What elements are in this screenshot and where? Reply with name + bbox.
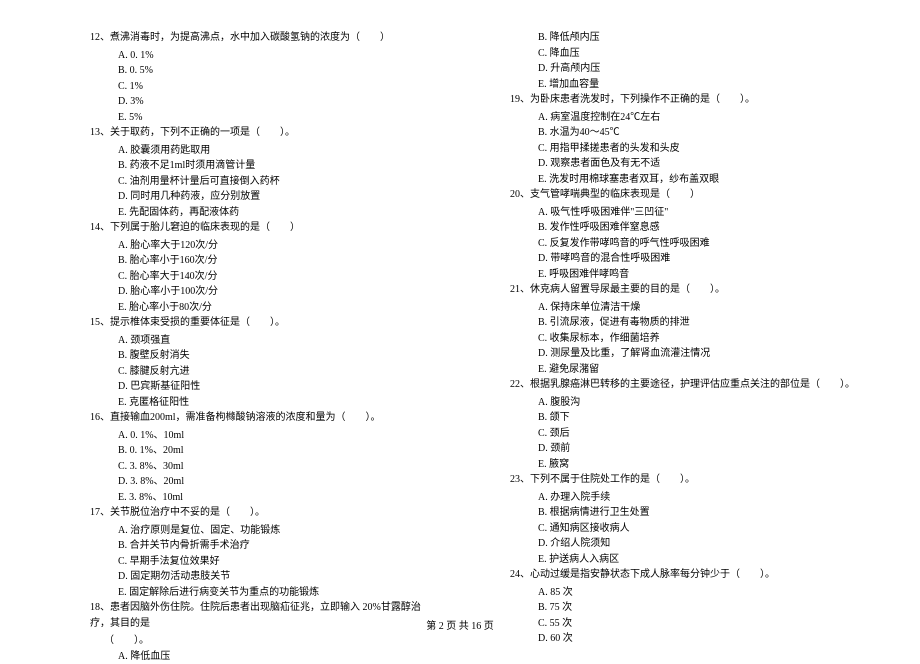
answer-option: C. 通知病区接收病人	[510, 521, 860, 537]
answer-option: E. 护送病人入病区	[510, 552, 860, 568]
answer-option: D. 3. 8%、20ml	[90, 474, 440, 490]
answer-option: C. 胎心率大于140次/分	[90, 269, 440, 285]
answer-option: A. 吸气性呼吸困难伴"三凹征"	[510, 205, 860, 221]
answer-option: E. 先配固体药，再配液体药	[90, 205, 440, 221]
answer-option: A. 治疗原则是复位、固定、功能锻炼	[90, 523, 440, 539]
answer-option: E. 呼吸困难伴哮鸣音	[510, 267, 860, 283]
left-column: 12、煮沸消毒时，为提高沸点，水中加入碳酸氢钠的浓度为（ ）A. 0. 1%B.…	[0, 30, 460, 664]
answer-option: E. 5%	[90, 110, 440, 126]
answer-option: A. 胎心率大于120次/分	[90, 238, 440, 254]
answer-option: D. 升高颅内压	[510, 61, 860, 77]
answer-option: D. 同时用几种药液，应分别放置	[90, 189, 440, 205]
answer-option: B. 发作性呼吸困难伴窒息感	[510, 220, 860, 236]
answer-option: A. 颈项强直	[90, 333, 440, 349]
answer-option: C. 反复发作带哮鸣音的呼气性呼吸困难	[510, 236, 860, 252]
answer-option: B. 胎心率小于160次/分	[90, 253, 440, 269]
answer-option: D. 胎心率小于100次/分	[90, 284, 440, 300]
answer-option: A. 胶囊须用药匙取用	[90, 143, 440, 159]
question-text: 21、休克病人留置导尿最主要的目的是（ ）。	[510, 282, 860, 298]
question-text: 14、下列属于胎儿窘迫的临床表现的是（ ）	[90, 220, 440, 236]
answer-option: E. 固定解除后进行病变关节为重点的功能锻炼	[90, 585, 440, 601]
answer-option: D. 测尿量及比重，了解肾血流灌注情况	[510, 346, 860, 362]
answer-option: E. 增加血容量	[510, 77, 860, 93]
answer-option: D. 介绍人院须知	[510, 536, 860, 552]
answer-option: B. 根据病情进行卫生处置	[510, 505, 860, 521]
answer-option: A. 0. 1%	[90, 48, 440, 64]
answer-option: E. 腋窝	[510, 457, 860, 473]
answer-option: B. 颌下	[510, 410, 860, 426]
question-text: 20、支气管哮喘典型的临床表现是（ ）	[510, 187, 860, 203]
answer-option: E. 3. 8%、10ml	[90, 490, 440, 506]
answer-option: B. 药液不足1ml时须用滴管计量	[90, 158, 440, 174]
answer-option: B. 合并关节内骨折需手术治疗	[90, 538, 440, 554]
question-text: 15、提示椎体束受损的重要体征是（ ）。	[90, 315, 440, 331]
answer-option: D. 观察患者面色及有无不适	[510, 156, 860, 172]
answer-option: C. 油剂用量杯计量后可直接倒入药杯	[90, 174, 440, 190]
answer-option: A. 办理入院手续	[510, 490, 860, 506]
answer-option: C. 早期手法复位效果好	[90, 554, 440, 570]
answer-option: A. 腹股沟	[510, 395, 860, 411]
answer-option: D. 60 次	[510, 631, 860, 647]
answer-option: E. 洗发时用棉球塞患者双耳，纱布盖双眼	[510, 172, 860, 188]
answer-option: B. 引流尿液，促进有毒物质的排泄	[510, 315, 860, 331]
question-text: 13、关于取药，下列不正确的一项是（ ）。	[90, 125, 440, 141]
answer-option: C. 颈后	[510, 426, 860, 442]
question-text: 12、煮沸消毒时，为提高沸点，水中加入碳酸氢钠的浓度为（ ）	[90, 30, 440, 46]
page-footer: 第 2 页 共 16 页	[0, 617, 920, 632]
answer-option: A. 0. 1%、10ml	[90, 428, 440, 444]
question-text: 24、心动过缓是指安静状态下成人脉率每分钟少于（ ）。	[510, 567, 860, 583]
answer-option: C. 降血压	[510, 46, 860, 62]
question-text: 17、关节脱位治疗中不妥的是（ ）。	[90, 505, 440, 521]
answer-option: B. 75 次	[510, 600, 860, 616]
question-text: 16、直接输血200ml，需准备枸橼酸钠溶液的浓度和量为（ ）。	[90, 410, 440, 426]
answer-option: A. 降低血压	[90, 649, 440, 664]
answer-option: D. 3%	[90, 94, 440, 110]
answer-option: C. 膝腱反射亢进	[90, 364, 440, 380]
question-continuation: （ ）。	[90, 633, 440, 649]
answer-option: B. 降低颅内压	[510, 30, 860, 46]
answer-option: B. 腹壁反射消失	[90, 348, 440, 364]
answer-option: C. 1%	[90, 79, 440, 95]
answer-option: E. 胎心率小于80次/分	[90, 300, 440, 316]
answer-option: B. 0. 1%、20ml	[90, 443, 440, 459]
right-column: B. 降低颅内压C. 降血压D. 升高颅内压E. 增加血容量19、为卧床患者洗发…	[460, 30, 920, 664]
answer-option: C. 用指甲揉搓患者的头发和头皮	[510, 141, 860, 157]
answer-option: A. 病室温度控制在24℃左右	[510, 110, 860, 126]
answer-option: A. 85 次	[510, 585, 860, 601]
answer-option: D. 巴宾斯基征阳性	[90, 379, 440, 395]
answer-option: D. 带哮鸣音的混合性呼吸困难	[510, 251, 860, 267]
answer-option: E. 避免尿潴留	[510, 362, 860, 378]
answer-option: B. 0. 5%	[90, 63, 440, 79]
answer-option: E. 克匿格征阳性	[90, 395, 440, 411]
question-text: 22、根据乳腺癌淋巴转移的主要途径，护理评估应重点关注的部位是（ ）。	[510, 377, 860, 393]
page-content: 12、煮沸消毒时，为提高沸点，水中加入碳酸氢钠的浓度为（ ）A. 0. 1%B.…	[0, 30, 920, 664]
answer-option: B. 水温为40～45℃	[510, 125, 860, 141]
answer-option: D. 固定期勿活动患肢关节	[90, 569, 440, 585]
answer-option: A. 保持床单位清洁干燥	[510, 300, 860, 316]
answer-option: C. 3. 8%、30ml	[90, 459, 440, 475]
answer-option: D. 颈前	[510, 441, 860, 457]
question-text: 23、下列不属于住院处工作的是（ ）。	[510, 472, 860, 488]
question-text: 19、为卧床患者洗发时，下列操作不正确的是（ ）。	[510, 92, 860, 108]
answer-option: C. 收集尿标本，作细菌培养	[510, 331, 860, 347]
